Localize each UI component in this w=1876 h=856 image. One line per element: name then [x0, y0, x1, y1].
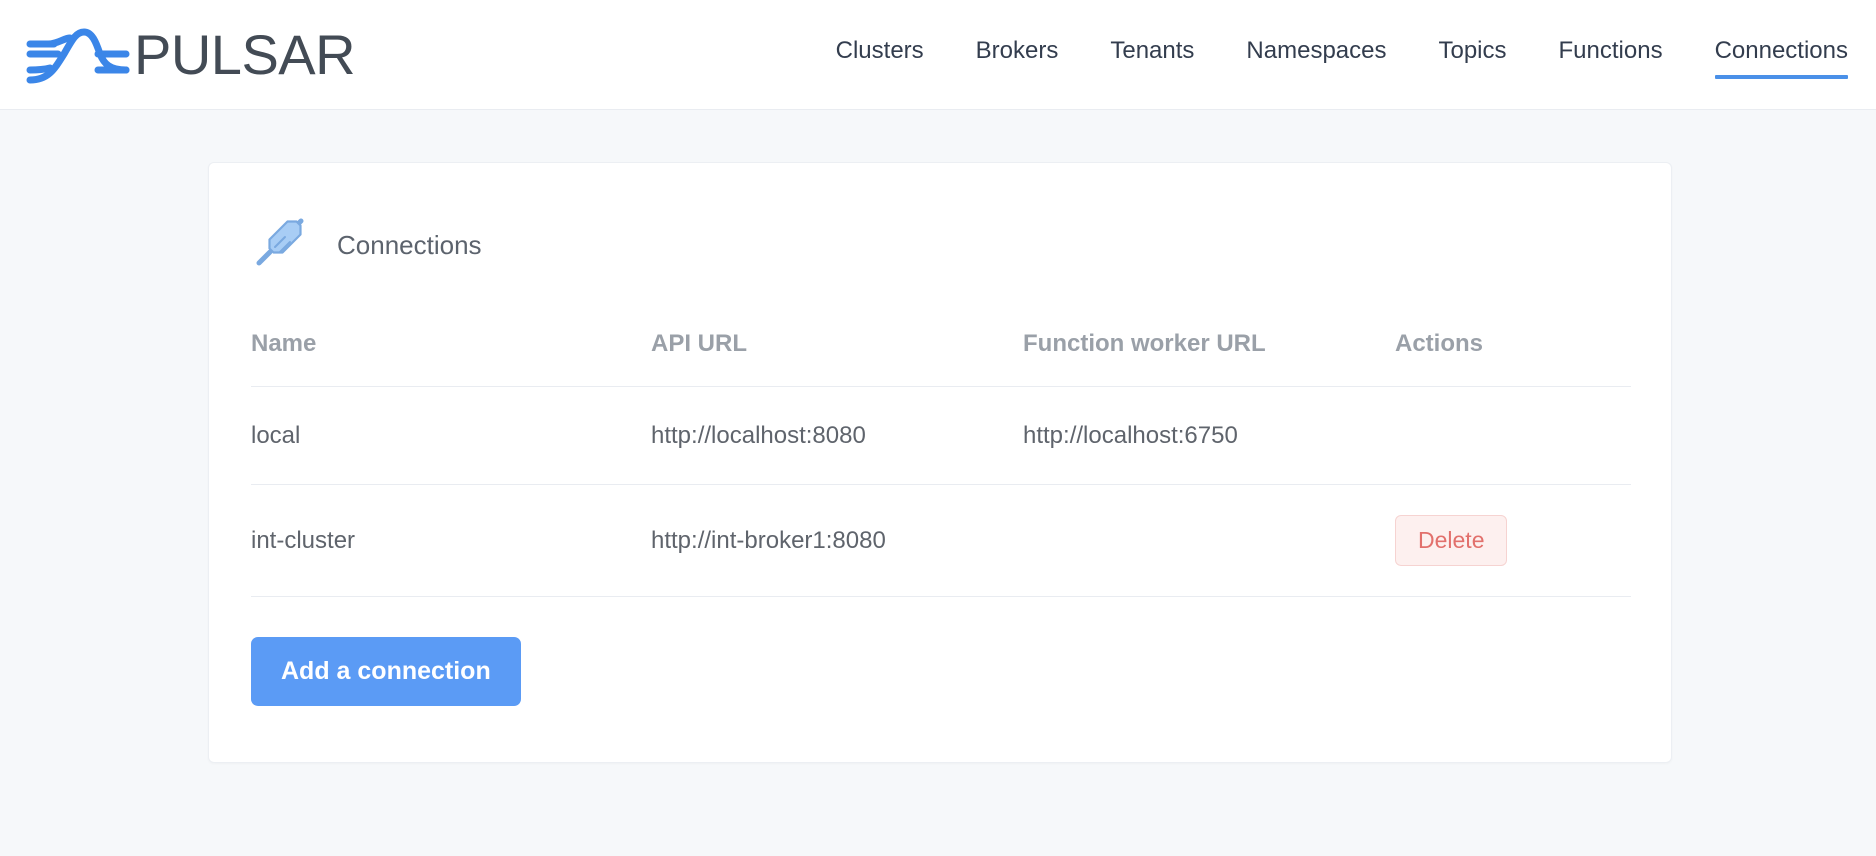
card-header: Connections — [209, 163, 1671, 278]
brand-logo[interactable]: PULSAR — [24, 22, 356, 86]
nav-item-connections[interactable]: Connections — [1714, 38, 1849, 79]
brand-wordmark: PULSAR — [134, 22, 356, 86]
nav-item-brokers[interactable]: Brokers — [976, 38, 1059, 69]
pulsar-wave-logo-icon — [24, 24, 132, 86]
card-title: Connections — [337, 229, 482, 260]
nav-item-namespaces[interactable]: Namespaces — [1246, 38, 1386, 69]
nav-item-tenants[interactable]: Tenants — [1110, 38, 1194, 69]
top-navigation-bar: PULSAR Clusters Brokers Tenants Namespac… — [0, 0, 1876, 110]
column-header-actions: Actions — [1395, 330, 1631, 387]
column-header-name: Name — [251, 330, 651, 387]
nav-item-functions[interactable]: Functions — [1559, 38, 1663, 69]
table-header-row: Name API URL Function worker URL Actions — [251, 330, 1631, 387]
add-connection-button[interactable]: Add a connection — [251, 637, 521, 707]
delete-connection-button[interactable]: Delete — [1395, 515, 1508, 567]
cell-function-worker-url — [1023, 484, 1395, 598]
connections-card: Connections Name API URL Function worker… — [208, 162, 1672, 764]
table-body: local http://localhost:8080 http://local… — [251, 386, 1631, 598]
nav-item-topics[interactable]: Topics — [1438, 38, 1506, 69]
card-footer: Add a connection — [209, 597, 1671, 762]
cell-name: int-cluster — [251, 484, 651, 598]
column-header-function-worker-url: Function worker URL — [1023, 330, 1395, 387]
plug-connector-icon — [249, 211, 311, 278]
cell-actions: Delete — [1395, 484, 1631, 598]
table-header: Name API URL Function worker URL Actions — [251, 330, 1631, 387]
table-row: int-cluster http://int-broker1:8080 Dele… — [251, 484, 1631, 598]
cell-api-url: http://localhost:8080 — [651, 386, 1023, 485]
table-row: local http://localhost:8080 http://local… — [251, 386, 1631, 485]
cell-api-url: http://int-broker1:8080 — [651, 484, 1023, 598]
page-content: Connections Name API URL Function worker… — [0, 110, 1876, 764]
cell-actions — [1395, 386, 1631, 485]
primary-nav: Clusters Brokers Tenants Namespaces Topi… — [836, 0, 1849, 109]
column-header-api-url: API URL — [651, 330, 1023, 387]
nav-item-clusters[interactable]: Clusters — [836, 38, 924, 69]
cell-name: local — [251, 386, 651, 485]
cell-function-worker-url: http://localhost:6750 — [1023, 386, 1395, 485]
connections-table: Name API URL Function worker URL Actions… — [251, 330, 1631, 598]
